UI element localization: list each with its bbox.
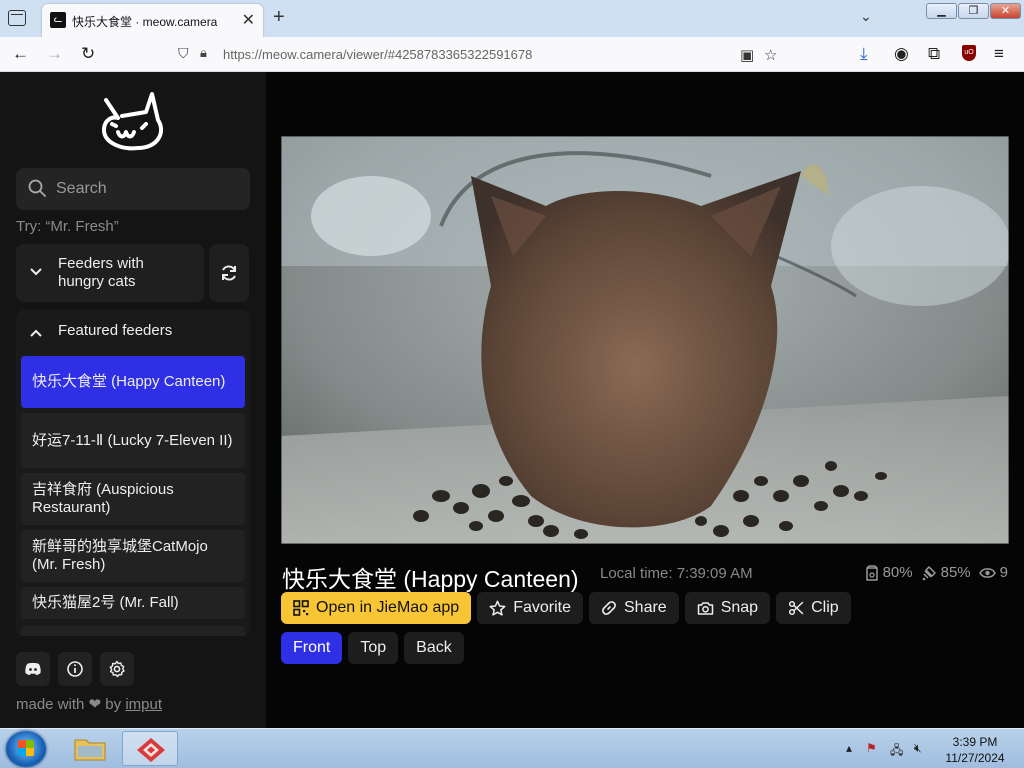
author-link[interactable]: imput [125,696,162,713]
chevron-down-icon [30,265,42,279]
browser-app-icon [137,738,165,762]
new-tab-icon[interactable]: + [273,6,285,29]
feeder-item[interactable]: 好运7-11-Ⅱ (Lucky 7-Eleven II) [21,413,245,468]
forward-arrow-icon[interactable]: → [46,44,63,64]
browser-taskbar-button[interactable] [122,731,178,766]
download-icon[interactable]: ⤓ [860,44,868,64]
back-arrow-icon[interactable]: ← [12,44,29,64]
search-hint: Try: “Mr. Fresh” [16,218,119,235]
search-box[interactable] [16,168,250,210]
hungry-cats-toggle[interactable]: Feeders with hungry cats [16,244,204,302]
camera-icon [697,601,713,615]
satellite-signal-icon [922,565,936,580]
link-icon [602,601,616,615]
star-icon [489,600,506,616]
info-icon [67,661,83,677]
meow-camera-logo[interactable] [98,90,168,152]
feeder-stats: 80% 85% 9 [865,564,1008,581]
food-bag-icon [865,564,878,581]
windows-taskbar: ▴ ⚑ 🖧︎ 🔇︎ 3:39 PM 11/27/2024 [0,728,1024,768]
viewer-count-stat: 9 [978,564,1008,581]
explorer-taskbar-button[interactable] [62,731,118,766]
viewer-main: 快乐大食堂 (Happy Canteen) Local time: 7:39:0… [266,72,1024,728]
browser-nav-bar: ← → ↻ ⛉ 🔒︎ https://meow.camera/viewer/#4… [0,37,1024,72]
volume-muted-icon[interactable]: 🔇︎ [914,741,922,756]
favorite-button[interactable]: Favorite [477,592,583,624]
system-clock[interactable]: 3:39 PM 11/27/2024 [940,734,1010,766]
action-center-icon[interactable]: ⚑ [866,741,877,755]
settings-icon [109,660,125,678]
feeder-item-partial[interactable] [21,626,245,636]
folder-icon [74,739,106,761]
made-with-footer: made with ❤ by imput [16,696,162,713]
shield-icon[interactable]: ⛉ [178,45,189,62]
discord-icon [25,662,41,675]
extensions-icon[interactable]: ⧉ [928,44,940,64]
feeder-item[interactable]: 快乐猫屋2号 (Mr. Fall) [21,587,245,619]
start-button[interactable] [6,731,46,767]
tab-close-icon[interactable]: ✕ [242,10,255,30]
url-text[interactable]: https://meow.camera/viewer/#425878336532… [223,47,532,62]
feeder-item[interactable]: 快乐大食堂 (Happy Canteen) [21,356,245,408]
scissors-icon [789,600,804,616]
featured-feeders-panel: Featured feeders 快乐大食堂 (Happy Canteen) 好… [16,310,250,636]
front-view-button[interactable]: Front [281,632,343,664]
restore-button[interactable]: ❐ [958,3,989,19]
settings-button[interactable] [100,652,134,686]
hungry-cats-label: Feeders with hungry cats [58,255,144,290]
refresh-icon [222,265,236,281]
lock-icon[interactable]: 🔒︎ [200,45,207,61]
clip-button[interactable]: Clip [776,592,851,624]
minimize-button[interactable]: ▁ [926,3,957,19]
reader-view-icon[interactable]: ▣ [740,46,754,64]
feeder-title: 快乐大食堂 (Happy Canteen) [282,566,579,592]
ublock-icon[interactable]: uO [962,45,976,61]
camera-view-selector: Front Top Back [281,632,464,664]
info-button[interactable] [58,652,92,686]
windows-logo-icon [18,740,34,756]
feeder-item[interactable]: 新鲜哥的独享城堡CatMojo (Mr. Fresh) [21,530,245,582]
featured-feeders-toggle[interactable]: Featured feeders [16,310,250,352]
feeder-item[interactable]: 吉祥食府 (Auspicious Restaurant) [21,473,245,525]
close-window-button[interactable]: ✕ [990,3,1021,19]
back-view-button[interactable]: Back [404,632,464,664]
food-level-stat: 80% [865,564,913,581]
heart-icon: ❤ [88,696,102,713]
search-icon [28,179,46,197]
account-icon[interactable]: ◉ [894,44,909,64]
bookmark-star-icon[interactable]: ☆ [764,46,777,64]
open-in-app-button[interactable]: Open in JieMao app [281,592,472,624]
chevron-down-icon[interactable]: ⌄ [860,8,872,25]
live-video-feed[interactable] [281,136,1009,544]
top-view-button[interactable]: Top [348,632,399,664]
browser-tab-bar: ᓚ 快乐大食堂 · meow.camera ✕ + ⌄ ▁ ❐ ✕ [0,0,1024,37]
qr-code-icon [293,600,309,616]
local-time: Local time: 7:39:09 AM [600,565,753,582]
tab-list-icon[interactable] [8,10,26,26]
viewer-actions: Open in JieMao app Favorite Share Snap C… [281,592,851,624]
reload-icon[interactable]: ↻ [81,44,95,64]
tab-title: 快乐大食堂 · meow.camera [72,15,218,29]
url-bar[interactable]: ⛉ 🔒︎ https://meow.camera/viewer/#4258783… [170,41,790,68]
search-input[interactable] [56,168,244,210]
snap-button[interactable]: Snap [684,592,771,624]
network-icon[interactable]: 🖧︎ [890,741,903,762]
browser-tab-active[interactable]: ᓚ 快乐大食堂 · meow.camera ✕ [42,4,263,37]
menu-icon[interactable]: ≡ [994,44,1004,64]
eye-icon [978,567,996,578]
chevron-up-icon [30,326,42,340]
featured-feeders-label: Featured feeders [58,322,173,339]
sidebar: Try: “Mr. Fresh” Feeders with hungry cat… [0,72,266,728]
tray-expand-icon[interactable]: ▴ [846,741,852,755]
signal-level-stat: 85% [921,564,971,581]
discord-button[interactable] [16,652,50,686]
refresh-button[interactable] [209,244,249,302]
share-button[interactable]: Share [589,592,679,624]
cat-favicon-icon: ᓚ [50,12,66,28]
